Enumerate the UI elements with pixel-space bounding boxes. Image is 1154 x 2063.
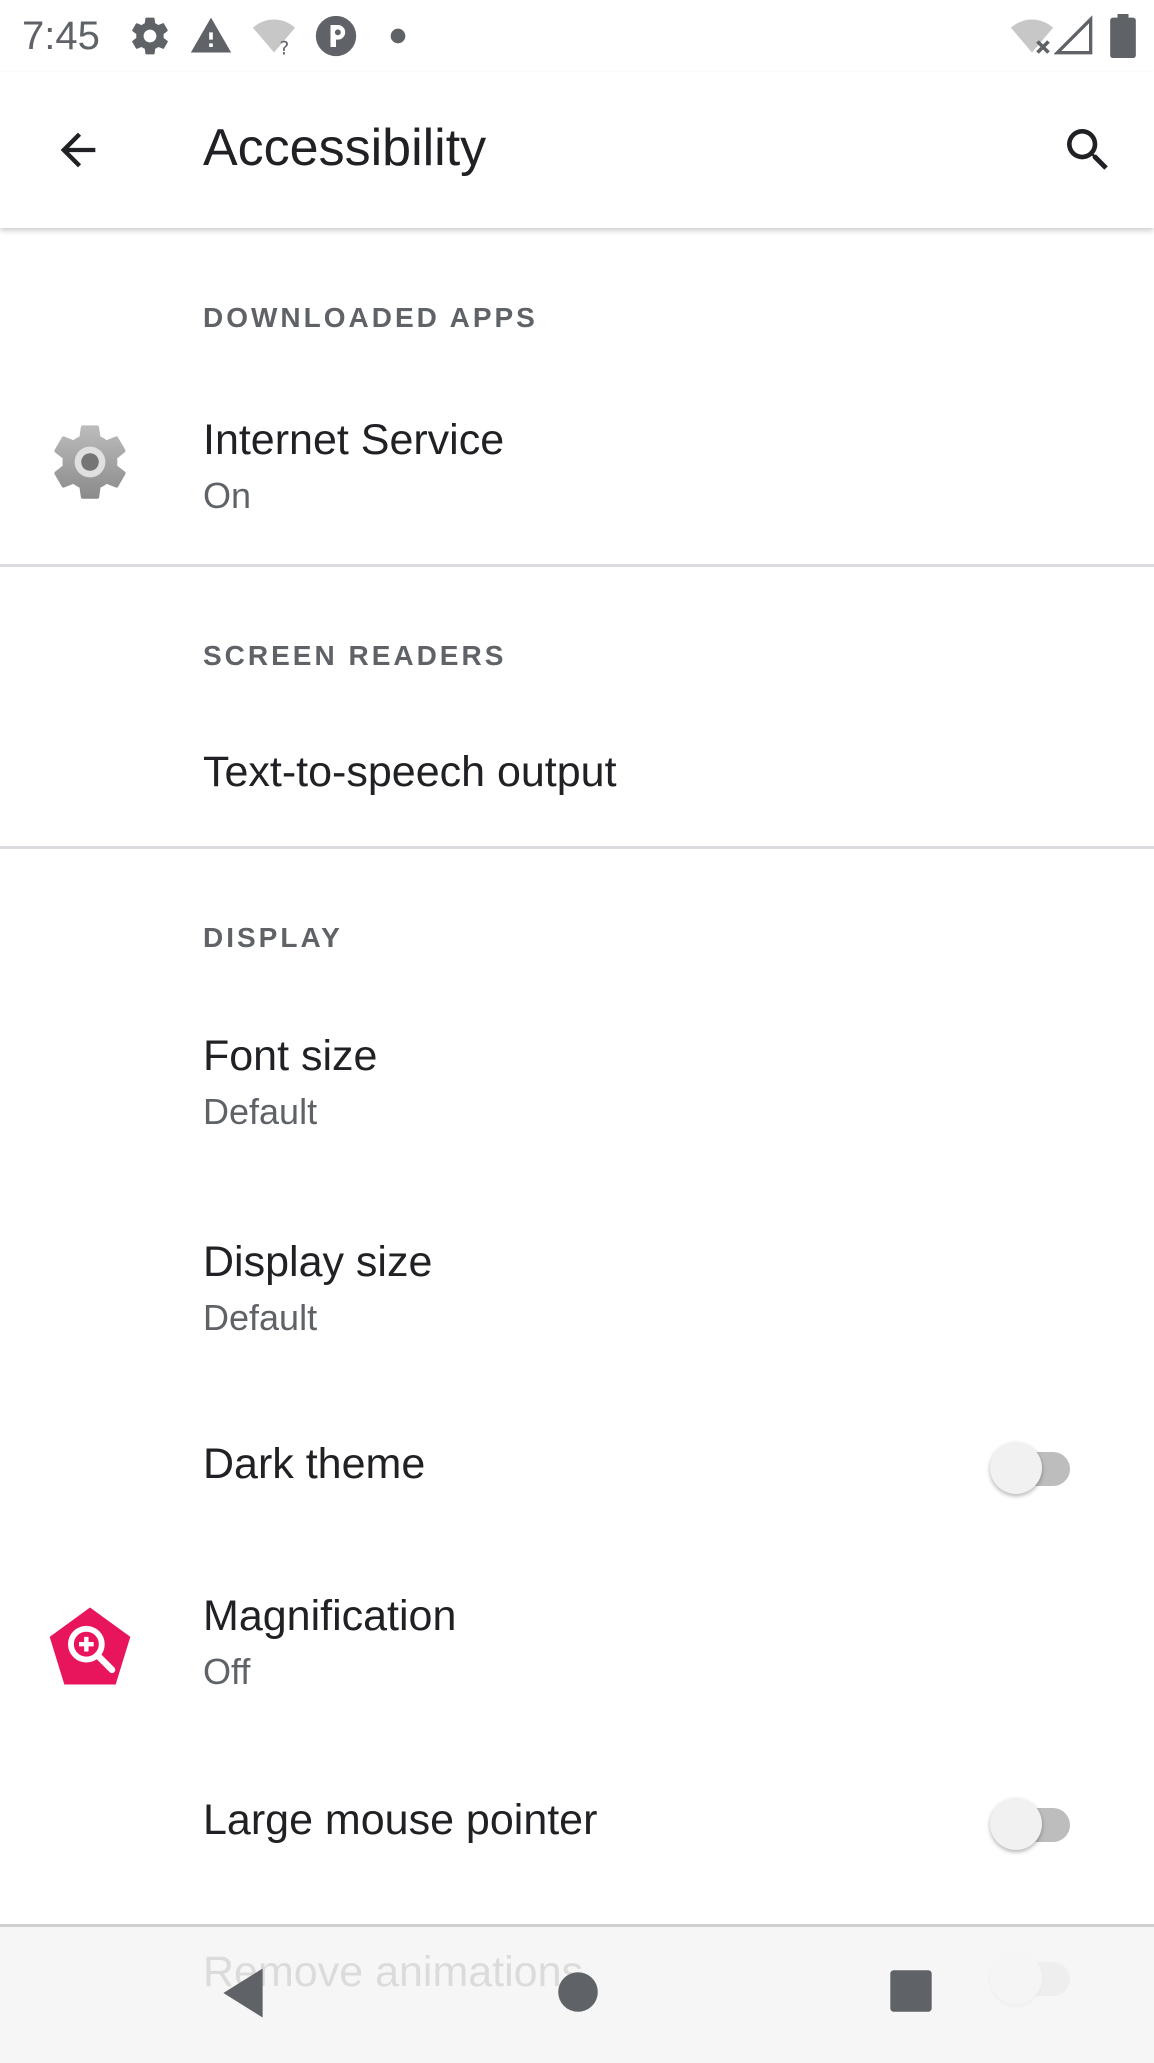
divider	[0, 846, 1154, 849]
nav-recents-icon[interactable]	[888, 1968, 934, 2014]
status-time: 7:45	[22, 14, 100, 58]
battery-icon	[1110, 14, 1136, 58]
remove-animations-toggle[interactable]	[990, 1944, 1080, 2004]
wifi-question-icon: ?	[252, 19, 296, 58]
section-header-display: DISPLAY	[203, 922, 343, 953]
magnification-icon	[49, 1607, 131, 1685]
toggle-thumb	[990, 1798, 1042, 1850]
item-title: Display size	[203, 1238, 433, 1286]
signal-icon	[1054, 15, 1093, 55]
list-item-display-size[interactable]: Display size Default	[0, 1206, 1154, 1406]
item-title: Dark theme	[203, 1440, 426, 1488]
item-subtitle: Off	[203, 1651, 251, 1692]
large-mouse-pointer-toggle[interactable]	[990, 1790, 1080, 1850]
toggle-thumb	[990, 1442, 1042, 1494]
page-title: Accessibility	[203, 119, 487, 177]
item-title: Text-to-speech output	[203, 748, 617, 796]
section-header-screen-readers: SCREEN READERS	[203, 640, 507, 671]
item-subtitle: Default	[203, 1297, 318, 1338]
app-notification-icon	[315, 15, 357, 57]
gear-icon	[54, 425, 126, 499]
section-header-downloaded-apps: DOWNLOADED APPS	[203, 302, 538, 333]
status-bar: 7:45 ?	[0, 0, 1154, 72]
search-icon	[1067, 129, 1108, 170]
app-bar: Accessibility	[0, 72, 1154, 228]
list-item-magnification[interactable]: Magnification Off	[0, 1560, 1154, 1760]
list-item-font-size[interactable]: Font size Default	[0, 1000, 1154, 1200]
list-item-dark-theme[interactable]: Dark theme	[0, 1412, 1154, 1520]
wifi-off-icon	[1010, 19, 1054, 54]
search-button[interactable]	[1054, 116, 1122, 184]
nav-home-icon[interactable]	[556, 1970, 600, 2014]
list-item-large-mouse-pointer[interactable]: Large mouse pointer	[0, 1768, 1154, 1876]
warning-icon	[190, 17, 232, 53]
toggle-thumb	[990, 1952, 1042, 2004]
item-title: Magnification	[203, 1592, 457, 1640]
dot-icon	[390, 28, 406, 44]
item-title: Large mouse pointer	[203, 1796, 598, 1844]
item-subtitle: On	[203, 475, 252, 516]
settings-icon	[132, 17, 168, 55]
item-title: Internet Service	[203, 416, 505, 464]
dark-theme-toggle[interactable]	[990, 1434, 1080, 1494]
divider	[0, 564, 1154, 567]
list-item-text-to-speech[interactable]: Text-to-speech output	[0, 716, 1154, 846]
item-title: Font size	[203, 1032, 378, 1080]
svg-text:?: ?	[280, 38, 290, 58]
nav-back-icon[interactable]	[218, 1966, 268, 2020]
arrow-back-icon	[60, 132, 96, 168]
list-item-internet-service[interactable]: Internet Service On	[0, 390, 1154, 566]
item-subtitle: Default	[203, 1091, 318, 1132]
back-button[interactable]	[44, 116, 112, 184]
